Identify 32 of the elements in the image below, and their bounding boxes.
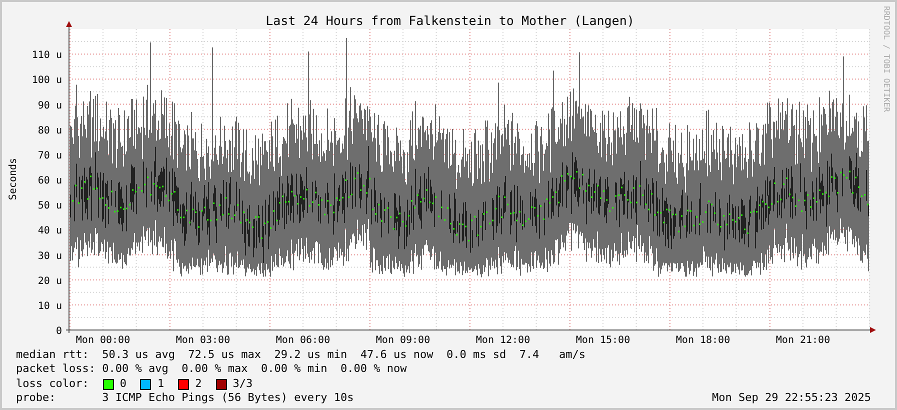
loss-color-value: 1 <box>157 376 164 392</box>
y-tick-label: 60 u <box>38 176 62 186</box>
y-tick-label: 70 u <box>38 150 62 162</box>
x-tick-label: Mon 15:00 <box>576 335 630 346</box>
y-tick-label: 110 u <box>32 50 62 62</box>
y-tick-label: 100 u <box>32 75 62 86</box>
x-tick-label: Mon 21:00 <box>776 335 830 346</box>
y-tick-label: 0 <box>56 326 62 337</box>
loss-color-value: 0 <box>120 376 126 392</box>
loss-color-label: loss color: <box>16 376 89 392</box>
y-tick-label: 50 u <box>38 200 62 212</box>
loss-color-value: 3/3 <box>232 376 253 392</box>
x-tick-label: Mon 06:00 <box>276 335 330 346</box>
loss-color-value: 2 <box>195 376 202 392</box>
y-tick-label: 90 u <box>38 100 62 112</box>
chart-title: Last 24 Hours from Falkenstein to Mother (Langen) <box>266 13 634 28</box>
y-tick-label: 30 u <box>38 250 62 262</box>
x-tick-label: Mon 18:00 <box>676 335 730 346</box>
probe-text: probe: 3 ICMP Echo Pings (56 Bytes) every 10s <box>16 391 354 406</box>
y-tick-label: 20 u <box>38 276 62 287</box>
y-tick-label: 10 u <box>38 300 62 312</box>
packet-loss-text: packet loss: 0.00 % avg 0.00 % max 0.00 % min 0.00 % now <box>16 362 408 377</box>
timestamp: Mon Sep 29 22:55:23 2025 <box>712 391 871 406</box>
x-tick-label: Mon 09:00 <box>376 335 430 346</box>
x-tick-label: Mon 00:00 <box>76 335 130 346</box>
x-tick-label: Mon 12:00 <box>476 335 530 346</box>
credit-text: RRDTOOL / TOBI OETIKER <box>882 6 891 112</box>
x-tick-label: Mon 03:00 <box>176 335 230 346</box>
median-rtt-text: median rtt: 50.3 us avg 72.5 us max 29.2 us min 47.6 us now 0.0 ms sd 7.4 am/s <box>16 348 587 362</box>
y-axis-label: Seconds <box>8 158 19 200</box>
y-tick-label: 80 u <box>38 125 62 136</box>
y-tick-label: 40 u <box>38 226 62 237</box>
